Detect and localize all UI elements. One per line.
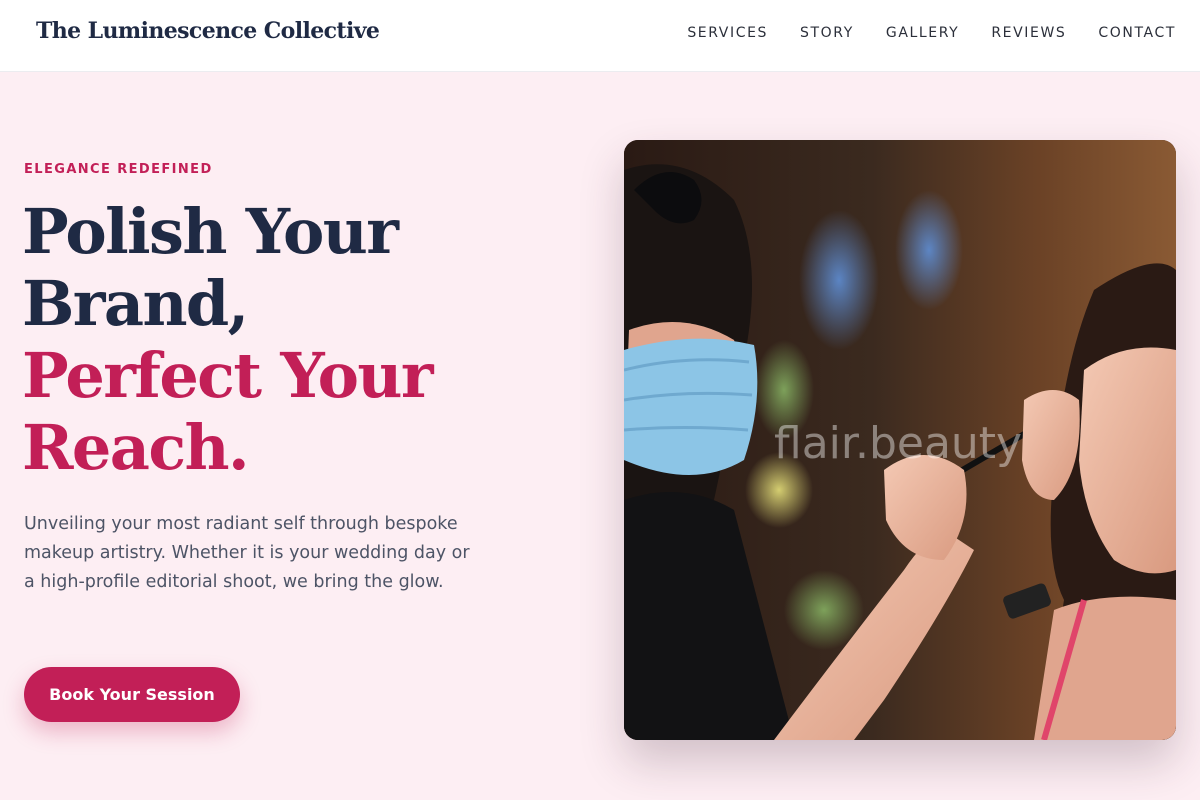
photo-watermark: flair.beauty	[774, 418, 1023, 469]
headline-line-1: Polish Your	[22, 195, 399, 268]
headline-line-4: Reach.	[22, 411, 250, 484]
brand-logo[interactable]: The Luminescence Collective	[36, 18, 380, 44]
headline-line-3: Perfect Your	[22, 339, 434, 412]
hero-headline: Polish Your Brand, Perfect Your Reach.	[22, 196, 582, 484]
site-header: The Luminescence Collective SERVICES STO…	[0, 0, 1200, 72]
nav-reviews[interactable]: REVIEWS	[991, 25, 1066, 41]
nav-contact[interactable]: CONTACT	[1098, 25, 1176, 41]
main-nav: SERVICES STORY GALLERY REVIEWS CONTACT	[687, 25, 1176, 41]
headline-line-2: Brand,	[22, 267, 249, 340]
nav-story[interactable]: STORY	[800, 25, 854, 41]
nav-gallery[interactable]: GALLERY	[886, 25, 959, 41]
book-session-button[interactable]: Book Your Session	[24, 667, 240, 722]
hero-eyebrow: ELEGANCE REDEFINED	[24, 162, 213, 177]
hero-description: Unveiling your most radiant self through…	[24, 514, 470, 592]
nav-services[interactable]: SERVICES	[687, 25, 768, 41]
hero-photo: flair.beauty	[624, 140, 1176, 740]
